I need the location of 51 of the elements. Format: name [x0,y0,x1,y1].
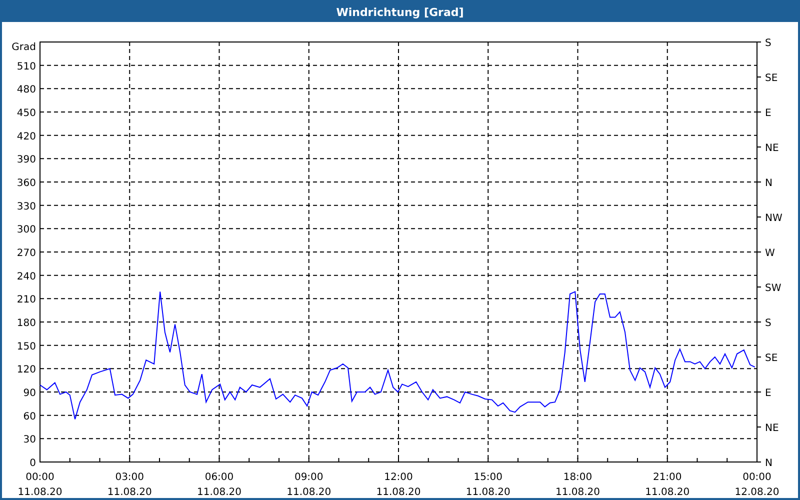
compass-label: SE [765,73,778,84]
date-label: 12.08.20 [734,487,780,498]
window-title: Windrichtung [Grad] [2,2,798,22]
y-tick-label: 150 [16,341,36,352]
y-axis-title: Grad [12,42,36,53]
compass-label: SE [765,353,778,364]
x-tick-label: 09:00 [294,472,324,483]
compass-label: N [765,178,772,189]
date-label: 11.08.20 [376,487,421,498]
y-tick-label: 420 [16,131,36,142]
compass-label: E [765,108,772,119]
y-tick-label: 210 [16,294,36,306]
x-tick-label: 06:00 [204,472,234,483]
compass-label: S [765,318,772,329]
y-tick-label: 90 [23,388,36,399]
compass-label: S [765,38,772,49]
y-tick-label: 390 [16,154,36,166]
date-label: 11.08.20 [466,487,510,498]
y-tick-label: 180 [16,318,36,329]
date-label: 11.08.20 [196,487,242,498]
x-tick-label: 15:00 [474,472,503,483]
x-tick-label: 12:00 [384,472,413,483]
compass-label: SW [765,283,782,294]
compass-label: NE [765,143,779,154]
date-label: 11.08.20 [286,487,332,498]
y-tick-label: 30 [23,434,36,446]
y-tick-label: 360 [16,178,36,189]
compass-label: NW [765,213,782,224]
y-tick-label: 480 [16,84,36,96]
compass-label: N [765,458,772,469]
x-tick-label: 00:00 [742,472,772,483]
y-tick-label: 300 [16,224,36,236]
compass-label: E [765,388,772,399]
y-tick-label: 270 [16,248,36,259]
y-tick-label: 240 [16,271,36,282]
y-tick-label: 0 [30,458,36,469]
y-tick-label: 450 [16,108,36,119]
y-tick-label: 60 [23,411,36,422]
x-tick-label: 03:00 [115,472,144,483]
y-tick-label: 120 [16,364,36,376]
date-label: 11.08.20 [555,487,600,498]
compass-label: NE [765,423,779,434]
date-label: 11.08.20 [18,487,62,498]
x-tick-label: 00:00 [26,472,54,483]
y-tick-label: 330 [16,201,36,212]
date-label: 11.08.20 [645,487,690,498]
date-label: 11.08.20 [107,487,152,498]
x-tick-label: 21:00 [652,472,682,483]
x-tick-label: 18:00 [563,472,592,483]
compass-label: W [765,248,775,259]
y-tick-label: 510 [16,61,36,72]
